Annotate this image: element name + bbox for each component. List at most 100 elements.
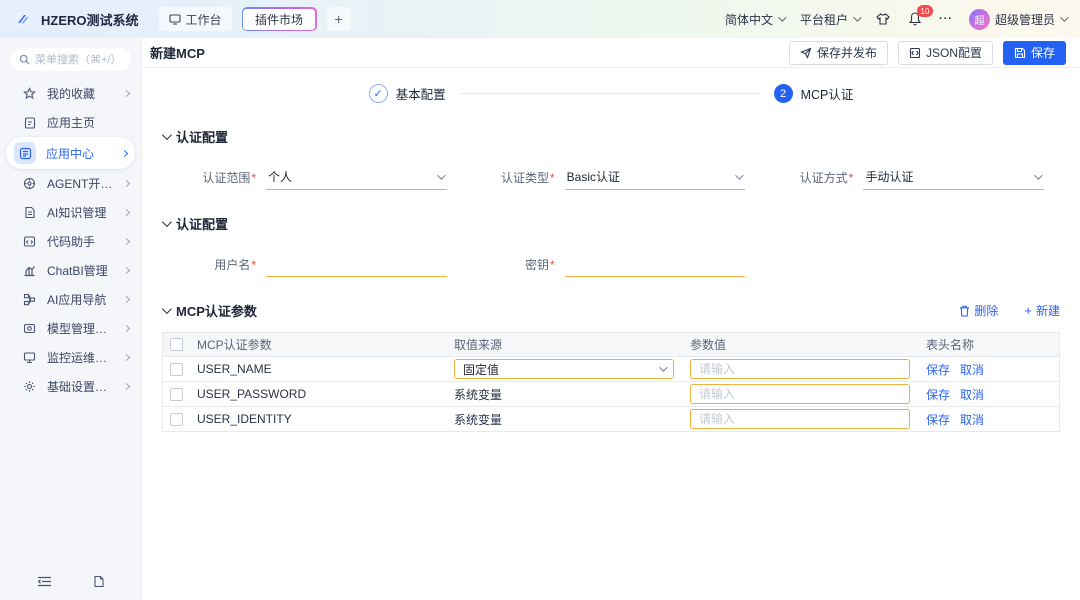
sidebar-item-app-home[interactable]: 应用主页 [0, 108, 141, 137]
delete-rows-button[interactable]: 删除 [959, 302, 998, 319]
theme-skin-button[interactable] [875, 11, 891, 27]
table-header-row: MCP认证参数 取值来源 参数值 表头名称 [163, 333, 1059, 357]
sidebar-item-label: AI应用导航 [47, 291, 114, 308]
sidebar-item-model-center[interactable]: 模型管理中心 [0, 314, 141, 343]
row-checkbox[interactable] [170, 388, 183, 401]
step-mcp-auth[interactable]: 2 MCP认证 [774, 84, 854, 103]
sidebar-item-chatbi[interactable]: ChatBI管理 [0, 256, 141, 285]
sidebar-item-base-settings[interactable]: 基础设置中心 [0, 372, 141, 401]
auth-scope-select[interactable]: 个人 [266, 166, 447, 190]
field-label: 认证方式* [781, 169, 853, 190]
sidebar-item-ai-app-nav[interactable]: AI应用导航 [0, 285, 141, 314]
username-input-wrap [266, 253, 447, 277]
column-header: 参数值 [682, 336, 918, 353]
json-file-icon [909, 47, 921, 59]
tab-plugin-market[interactable]: 插件市场 [242, 7, 317, 31]
save-label: 保存 [1031, 44, 1055, 61]
new-tab-button[interactable]: + [327, 7, 351, 31]
table-row: USER_PASSWORD 系统变量 保存 取消 [163, 382, 1059, 407]
collapse-chevron-icon[interactable] [162, 304, 172, 314]
row-cancel-link[interactable]: 取消 [960, 411, 984, 428]
tab-workbench[interactable]: 工作台 [159, 7, 232, 31]
row-save-link[interactable]: 保存 [926, 361, 950, 378]
auth-type-select[interactable]: Basic认证 [565, 166, 746, 190]
param-value-input[interactable] [699, 362, 901, 376]
sidebar-item-label: AI知识管理 [47, 204, 114, 221]
field-auth-scope: 认证范围* 个人 [184, 166, 447, 190]
json-config-label: JSON配置 [926, 44, 982, 61]
agent-icon [22, 176, 37, 191]
username-input[interactable] [268, 257, 443, 271]
auth-method-select[interactable]: 手动认证 [863, 166, 1044, 190]
ellipsis-icon: ··· [939, 13, 953, 25]
sidebar-item-label: 基础设置中心 [47, 378, 114, 395]
row-checkbox[interactable] [170, 363, 183, 376]
topbar: HZERO测试系统 工作台 插件市场 + 简体中文 平台租户 10 [0, 0, 1080, 38]
sidebar-item-code-assistant[interactable]: 代码助手 [0, 227, 141, 256]
sidebar-item-app-center[interactable]: 应用中心 [6, 137, 135, 169]
row-checkbox[interactable] [170, 413, 183, 426]
notifications-button[interactable]: 10 [907, 11, 923, 27]
required-mark: * [251, 258, 256, 272]
collapse-sidebar-icon[interactable] [37, 575, 52, 588]
chevron-right-icon [121, 149, 128, 156]
collapse-chevron-icon[interactable] [162, 130, 172, 140]
row-cancel-link[interactable]: 取消 [960, 386, 984, 403]
collapse-chevron-icon[interactable] [162, 217, 172, 227]
param-name-cell: USER_IDENTITY [189, 412, 446, 426]
param-value-input[interactable] [699, 412, 901, 426]
sidebar-item-label: 应用中心 [46, 145, 112, 162]
field-label: 用户名* [184, 256, 256, 277]
search-input[interactable] [35, 54, 123, 66]
value-source-value: 固定值 [463, 361, 659, 378]
row-save-link[interactable]: 保存 [926, 411, 950, 428]
step-basic-config[interactable]: ✓ 基本配置 [369, 84, 446, 103]
code-window-icon [22, 234, 37, 249]
field-label: 认证类型* [483, 169, 555, 190]
chevron-right-icon [123, 180, 130, 187]
app-center-icon [14, 142, 36, 164]
app-logo-icon [14, 11, 31, 28]
chevron-down-icon [853, 13, 861, 21]
section-mcp-params: MCP认证参数 删除 + 新建 [162, 301, 1060, 320]
row-cancel-link[interactable]: 取消 [960, 361, 984, 378]
chevron-right-icon [123, 238, 130, 245]
language-label: 简体中文 [725, 11, 773, 28]
row-save-link[interactable]: 保存 [926, 386, 950, 403]
delete-label: 删除 [974, 302, 998, 319]
value-source-select[interactable]: 固定值 [454, 359, 674, 379]
page-header: 新建MCP 保存并发布 JSON配置 保存 [142, 38, 1080, 68]
user-menu[interactable]: 超 超级管理员 [969, 9, 1066, 30]
chevron-right-icon [123, 267, 130, 274]
column-header: 表头名称 [918, 336, 1059, 353]
menu-search[interactable] [10, 48, 131, 71]
chevron-right-icon [123, 325, 130, 332]
sidebar-item-monitor-ops[interactable]: 监控运维中心 [0, 343, 141, 372]
step-indicator: ✓ 基本配置 2 MCP认证 [162, 84, 1060, 103]
table-row: USER_NAME 固定值 保存 取消 [163, 357, 1059, 382]
sidebar-item-favorites[interactable]: 我的收藏 [0, 79, 141, 108]
json-config-button[interactable]: JSON配置 [898, 41, 993, 65]
chevron-down-icon [659, 363, 667, 371]
param-value-input-wrap [690, 409, 910, 429]
document-log-icon[interactable] [93, 575, 105, 588]
model-card-icon [22, 321, 37, 336]
param-value-input[interactable] [699, 387, 901, 401]
sidebar-item-ai-knowledge[interactable]: AI知识管理 [0, 198, 141, 227]
chevron-down-icon [1034, 171, 1042, 179]
tenant-selector[interactable]: 平台租户 [800, 11, 859, 28]
chevron-right-icon [123, 90, 130, 97]
document-icon [22, 205, 37, 220]
select-all-checkbox[interactable] [170, 338, 183, 351]
language-selector[interactable]: 简体中文 [725, 11, 784, 28]
sidebar-item-agent-dev[interactable]: AGENT开发... [0, 169, 141, 198]
save-button[interactable]: 保存 [1003, 41, 1066, 65]
chevron-down-icon [778, 13, 786, 21]
create-row-button[interactable]: + 新建 [1024, 302, 1060, 319]
sidebar: 我的收藏 应用主页 应用中心 AGENT开发... AI知识管理 代码助手 Ch… [0, 38, 142, 600]
value-source-cell: 系统变量 [446, 411, 682, 428]
avatar: 超 [969, 9, 990, 30]
secret-key-input[interactable] [567, 257, 742, 271]
more-menu-button[interactable]: ··· [939, 13, 953, 25]
save-publish-button[interactable]: 保存并发布 [789, 41, 888, 65]
